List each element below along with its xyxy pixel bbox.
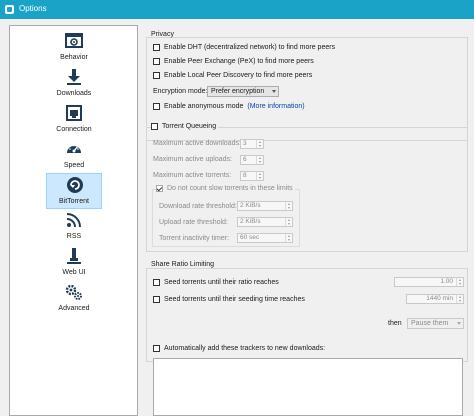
sidebar-item-speed[interactable]: Speed [46,138,102,174]
ratio-action-select[interactable]: Pause them [407,318,464,329]
ratio-action-value: Pause them [411,320,449,327]
spin-arrows-icon[interactable] [285,234,292,242]
torrent-queueing-checkbox[interactable]: Torrent Queueing [151,123,219,130]
max-downloads-label: Maximum active downloads: [153,140,241,147]
encryption-mode-select[interactable]: Prefer encryption [207,86,279,97]
sidebar-item-bittorrent[interactable]: BitTorrent [46,173,102,209]
spinbox-value: 2 KiB/s [240,202,261,209]
checkbox-label: Do not count slow torrents in these limi… [167,185,293,192]
max-uploads-label: Maximum active uploads: [153,156,232,163]
spinbox-value: 6 [243,156,247,163]
spin-arrows-icon[interactable] [256,156,263,164]
enable-dht-checkbox[interactable]: Enable DHT (decentralized network) to fi… [153,44,335,51]
enable-lpd-checkbox[interactable]: Enable Local Peer Discovery to find more… [153,72,312,79]
checkbox-label: Enable anonymous mode [164,103,244,110]
checkbox-label: Seed torrents until their ratio reaches [164,279,279,286]
more-information-link[interactable]: (More information) [247,103,304,110]
spinbox-value: 1440 min [426,295,453,302]
trackers-textarea[interactable] [153,358,463,416]
spin-arrows-icon[interactable] [456,295,463,303]
checkbox-box[interactable] [153,103,160,110]
max-uploads-spinbox[interactable]: 6 [240,155,264,165]
speedometer-icon [67,144,81,153]
checkbox-box[interactable] [156,185,163,192]
checkbox-label: Automatically add these trackers to new … [164,345,326,352]
checkbox-box[interactable] [153,72,160,79]
seed-time-spinbox[interactable]: 1440 min [406,294,464,304]
spinbox-value: 3 [243,140,247,147]
chevron-down-icon [272,90,276,93]
then-label: then [388,320,402,327]
sidebar-item-label: Downloads [56,90,92,97]
max-torrents-spinbox[interactable]: 8 [240,171,264,181]
checkbox-box[interactable] [153,58,160,65]
sidebar-item-connection[interactable]: Connection [46,102,102,138]
inactivity-timer-label: Torrent inactivity timer: [159,235,230,242]
sidebar-item-label: Speed [63,162,85,169]
download-threshold-label: Download rate threshold: [159,203,237,210]
advanced-gears-icon [65,284,82,300]
window-title: Options [19,4,47,13]
checkbox-box[interactable] [151,123,158,130]
checkbox-label: Seed torrents until their seeding time r… [164,296,305,303]
sidebar-item-label: BitTorrent [59,198,89,205]
spinbox-value: 60 sec [240,234,260,241]
encryption-mode-label: Encryption mode: [153,88,208,95]
spin-arrows-icon[interactable] [256,140,263,148]
upload-threshold-label: Upload rate threshold: [159,219,228,226]
download-arrow-icon [67,69,81,85]
checkbox-box[interactable] [153,296,160,303]
checkbox-label: Enable Local Peer Discovery to find more… [164,72,313,79]
privacy-group-title: Privacy [151,31,174,38]
upload-threshold-spinbox[interactable]: 2 KiB/s [237,217,293,227]
checkbox-label: Enable DHT (decentralized network) to fi… [164,44,336,51]
checkbox-box[interactable] [153,345,160,352]
sidebar-item-advanced[interactable]: Advanced [46,281,102,317]
options-sidebar: Behavior Downloads Connection Speed BitT… [9,25,138,416]
slow-torrents-checkbox[interactable]: Do not count slow torrents in these limi… [156,185,295,192]
seed-time-checkbox[interactable]: Seed torrents until their seeding time r… [153,296,305,303]
bittorrent-settings-pane: Privacy Enable DHT (decentralized networ… [142,25,474,416]
seed-ratio-spinbox[interactable]: 1.00 [394,277,464,287]
auto-add-trackers-checkbox[interactable]: Automatically add these trackers to new … [153,345,325,352]
sidebar-item-downloads[interactable]: Downloads [46,66,102,102]
sidebar-item-label: Behavior [60,54,88,61]
title-bar: Options [0,0,474,19]
checkbox-box[interactable] [153,279,160,286]
share-ratio-group-title: Share Ratio Limiting [151,261,217,268]
spin-arrows-icon[interactable] [256,172,263,180]
spinbox-value: 1.00 [440,278,453,285]
sidebar-item-behavior[interactable]: Behavior [46,30,102,66]
max-downloads-spinbox[interactable]: 3 [240,139,264,149]
sidebar-item-label: Connection [56,126,92,133]
encryption-mode-value: Prefer encryption [211,88,265,95]
network-port-icon [66,105,82,121]
download-threshold-spinbox[interactable]: 2 KiB/s [237,201,293,211]
seed-ratio-checkbox[interactable]: Seed torrents until their ratio reaches [153,279,279,286]
sidebar-item-rss[interactable]: RSS [46,209,102,245]
checkbox-label: Torrent Queueing [162,123,217,130]
sidebar-item-label: Web UI [62,269,86,276]
anonymous-mode-checkbox[interactable]: Enable anonymous mode (More information) [153,103,305,110]
spin-arrows-icon[interactable] [456,278,463,286]
chevron-down-icon [457,322,461,325]
enable-pex-checkbox[interactable]: Enable Peer Exchange (PeX) to find more … [153,58,314,65]
checkbox-label: Enable Peer Exchange (PeX) to find more … [164,58,314,65]
spin-arrows-icon[interactable] [285,202,292,210]
rss-feed-icon [66,213,81,228]
spin-arrows-icon[interactable] [285,218,292,226]
app-icon [5,5,14,14]
spinbox-value: 2 KiB/s [240,218,261,225]
web-ui-icon [67,248,81,264]
sidebar-item-label: RSS [66,233,82,240]
max-torrents-label: Maximum active torrents: [153,172,232,179]
sidebar-item-webui[interactable]: Web UI [46,245,102,281]
spinbox-value: 8 [243,172,247,179]
bittorrent-icon [67,177,83,193]
sidebar-item-label: Advanced [58,305,90,312]
checkbox-box[interactable] [153,44,160,51]
gear-window-icon [65,33,83,48]
inactivity-timer-spinbox[interactable]: 60 sec [237,233,293,243]
